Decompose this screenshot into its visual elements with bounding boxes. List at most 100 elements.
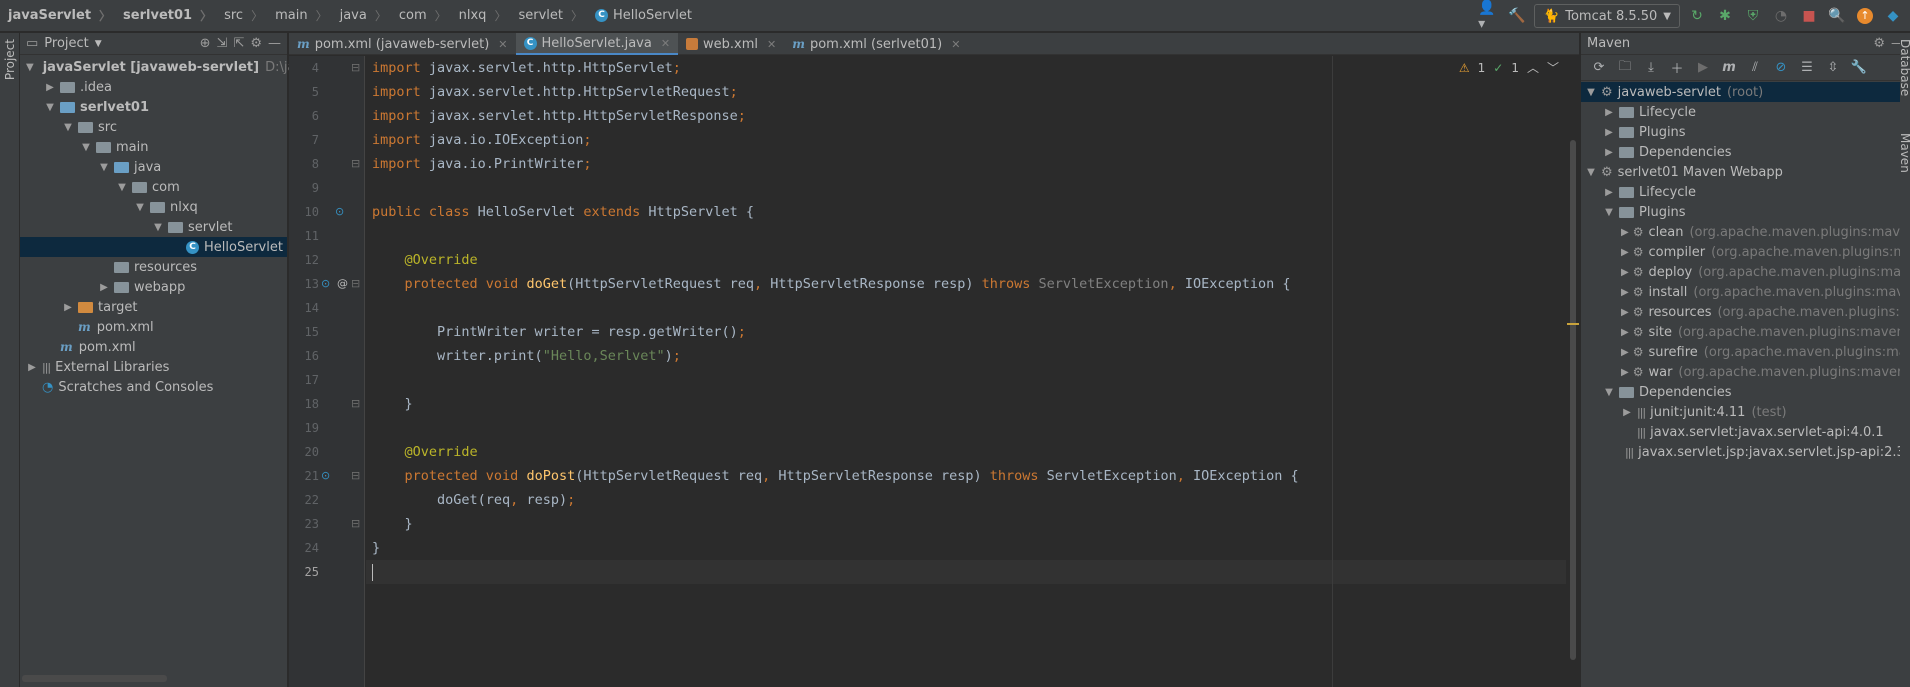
fold-icon[interactable]: ⊟ (351, 157, 360, 170)
chevron-down-icon[interactable]: ▼ (1585, 87, 1597, 98)
skip-tests-icon[interactable]: ⊘ (1771, 58, 1791, 78)
plus-icon[interactable]: ＋ (1667, 58, 1687, 78)
debug-icon[interactable]: ✱ (1714, 5, 1736, 27)
annotation-gutter-icon[interactable]: @ (337, 277, 348, 290)
tree-node[interactable]: ▶ ⚙ site (org.apache.maven.plugins:maven-si… (1581, 322, 1910, 342)
collapse-all-icon[interactable]: ⇱ (233, 36, 244, 51)
maven-goal-icon[interactable]: m (1719, 58, 1739, 78)
minimize-icon[interactable]: — (268, 36, 281, 51)
tree-node[interactable]: ▼ java (20, 157, 287, 177)
tree-node[interactable]: ▶ ||| External Libraries (20, 357, 287, 377)
tree-node[interactable]: ▶ target (20, 297, 287, 317)
tree-node[interactable]: ▶ Lifecycle (1581, 182, 1910, 202)
chevron-right-icon[interactable]: ▶ (1621, 247, 1629, 258)
fold-icon[interactable]: ⊟ (351, 469, 360, 482)
locate-icon[interactable]: ⊕ (200, 36, 211, 51)
override-gutter-icon[interactable]: ⊙ (321, 469, 330, 482)
tree-node[interactable]: ▶ Lifecycle (1581, 102, 1910, 122)
run-configuration-select[interactable]: 🐈 Tomcat 8.5.50 ▼ (1534, 4, 1680, 28)
profile-icon[interactable]: ◔ (1770, 5, 1792, 27)
add-folder-icon[interactable]: 🗀 (1615, 58, 1635, 78)
tree-node[interactable]: ▶ ⚙ compiler (org.apache.maven.plugins:mav (1581, 242, 1910, 262)
chevron-down-icon[interactable]: ▼ (1603, 207, 1615, 218)
tree-node[interactable]: ◔ Scratches and Consoles (20, 377, 287, 397)
tree-node[interactable]: ▶ ||| junit:junit:4.11 (test) (1581, 402, 1910, 422)
tree-node[interactable]: ||| javax.servlet:javax.servlet-api:4.0.1 (1581, 422, 1910, 442)
tree-node[interactable]: ▼ main (20, 137, 287, 157)
close-icon[interactable]: ✕ (661, 37, 670, 50)
collapse-all-icon[interactable]: ⇳ (1823, 58, 1843, 78)
update-icon[interactable]: ↑ (1854, 5, 1876, 27)
tree-node[interactable]: ▶ ⚙ surefire (org.apache.maven.plugins:mave (1581, 342, 1910, 362)
inspection-widget[interactable]: ⚠ 1 ✓ 1 ︿ ﹀ (1459, 59, 1559, 76)
tab-helloservlet[interactable]: C HelloServlet.java ✕ (515, 33, 679, 55)
gear-icon[interactable]: ⚙ (1873, 36, 1885, 51)
fold-icon[interactable]: ⊟ (351, 61, 360, 74)
chevron-right-icon[interactable]: ▶ (1621, 407, 1633, 418)
chevron-down-icon[interactable]: ▼ (1603, 387, 1615, 398)
run-icon[interactable]: ▶ (1693, 58, 1713, 78)
tree-node[interactable]: ▶ ⚙ clean (org.apache.maven.plugins:maven- (1581, 222, 1910, 242)
breadcrumb-item[interactable]: src 〉 (216, 0, 267, 32)
tree-node[interactable]: ▼ com (20, 177, 287, 197)
assistant-icon[interactable]: ◆ (1882, 5, 1904, 27)
maven-tool-window-button[interactable]: Maven (1898, 133, 1910, 173)
tree-node[interactable]: ▶ ⚙ war (org.apache.maven.plugins:maven-w (1581, 362, 1910, 382)
stop-icon[interactable]: ■ (1798, 5, 1820, 27)
build-hammer-icon[interactable]: 🔨 (1506, 5, 1528, 27)
search-icon[interactable]: 🔍 (1826, 5, 1848, 27)
chevron-right-icon[interactable]: ▶ (98, 282, 110, 293)
tree-node-selected[interactable]: ▼ ⚙ javaweb-servlet (root) (1581, 82, 1910, 102)
chevron-down-icon[interactable]: ▼ (134, 202, 146, 213)
tree-node[interactable]: ▶ ⚙ deploy (org.apache.maven.plugins:maver (1581, 262, 1910, 282)
tab-pom-serlvet01[interactable]: m pom.xml (serlvet01) ✕ (784, 33, 968, 55)
tree-node[interactable]: ▼ serlvet01 (20, 97, 287, 117)
project-tool-window-button[interactable]: Project (3, 39, 17, 80)
close-icon[interactable]: ✕ (951, 38, 960, 51)
breadcrumb-item[interactable]: main 〉 (267, 0, 332, 32)
chevron-down-icon[interactable]: ▼ (26, 62, 34, 73)
tree-node[interactable]: ▶ Plugins (1581, 122, 1910, 142)
coverage-icon[interactable]: ⛨ (1742, 5, 1764, 27)
chevron-right-icon[interactable]: ▶ (1603, 107, 1615, 118)
chevron-right-icon[interactable]: ▶ (1621, 367, 1629, 378)
chevron-right-icon[interactable]: ▶ (1603, 187, 1615, 198)
chevron-right-icon[interactable]: ▶ (62, 302, 74, 313)
tree-node[interactable]: m pom.xml (20, 317, 287, 337)
close-icon[interactable]: ✕ (767, 38, 776, 51)
tree-node[interactable]: ▶ webapp (20, 277, 287, 297)
tree-node[interactable]: ▶ Dependencies (1581, 142, 1910, 162)
breadcrumb-item[interactable]: com 〉 (391, 0, 451, 32)
show-dependencies-icon[interactable]: ☰ (1797, 58, 1817, 78)
chevron-down-icon[interactable]: ﹀ (1547, 59, 1559, 76)
toggle-offline-icon[interactable]: ⫽ (1745, 58, 1765, 78)
fold-icon[interactable]: ⊟ (351, 397, 360, 410)
chevron-down-icon[interactable]: ▼ (62, 122, 74, 133)
gear-icon[interactable]: ⚙ (250, 36, 262, 51)
chevron-right-icon[interactable]: ▶ (26, 362, 38, 373)
fold-icon[interactable]: ⊟ (351, 277, 360, 290)
tree-node[interactable]: ▼ Plugins (1581, 202, 1910, 222)
user-icon[interactable]: 👤▾ (1478, 0, 1500, 32)
tree-node[interactable]: m pom.xml (20, 337, 287, 357)
breadcrumb-item[interactable]: servlet 〉 (510, 0, 587, 32)
chevron-down-icon[interactable]: ▼ (95, 39, 102, 49)
chevron-down-icon[interactable]: ▼ (152, 222, 164, 233)
chevron-right-icon[interactable]: ▶ (1603, 127, 1615, 138)
tree-node[interactable]: ▼ ⚙ serlvet01 Maven Webapp (1581, 162, 1910, 182)
breadcrumb-item[interactable]: javaServlet 〉 (0, 0, 115, 32)
chevron-up-icon[interactable]: ︿ (1527, 59, 1539, 76)
breadcrumb-item[interactable]: java 〉 (332, 0, 391, 32)
tree-node[interactable]: ▶ ⚙ resources (org.apache.maven.plugins:ma (1581, 302, 1910, 322)
warning-stripe-marker[interactable] (1567, 323, 1579, 325)
tab-web-xml[interactable]: web.xml ✕ (678, 33, 784, 55)
override-gutter-icon[interactable]: ⊙ (321, 277, 330, 290)
vertical-scrollbar[interactable] (1570, 140, 1576, 660)
chevron-right-icon[interactable]: ▶ (1621, 307, 1629, 318)
database-tool-window-button[interactable]: Database (1898, 39, 1910, 96)
breadcrumb-item[interactable]: serlvet01 〉 (115, 0, 216, 32)
tree-node[interactable]: ▶ .idea (20, 77, 287, 97)
chevron-down-icon[interactable]: ▼ (116, 182, 128, 193)
chevron-right-icon[interactable]: ▶ (1621, 347, 1629, 358)
tree-node[interactable]: ▼ src (20, 117, 287, 137)
